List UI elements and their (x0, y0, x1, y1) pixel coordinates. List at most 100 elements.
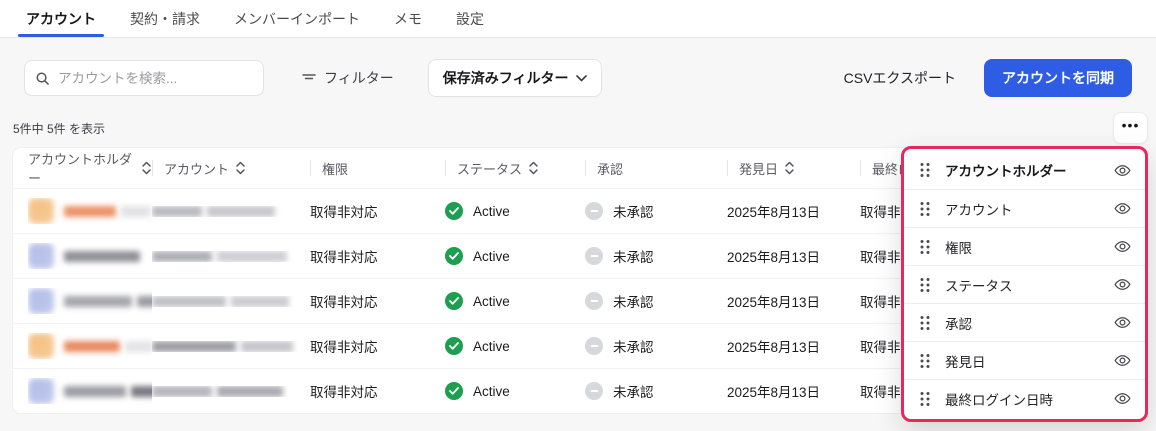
tab-contract-billing[interactable]: 契約・請求 (128, 0, 202, 37)
discovered-date-value: 2025年8月13日 (727, 205, 821, 220)
redacted-name (64, 250, 140, 262)
cell-approval: 未承認 (585, 201, 727, 221)
approval-value: 未承認 (613, 340, 654, 355)
approval-pending-icon (585, 292, 603, 310)
tab-label: アカウント (26, 10, 96, 27)
toolbar: フィルター 保存済みフィルター CSVエクスポート アカウントを同期 (0, 59, 1156, 97)
cell-account (152, 205, 310, 217)
column-header-label: 権限 (322, 161, 349, 177)
cell-discovered-date: 2025年8月13日 (727, 201, 860, 221)
status-value: Active (473, 338, 510, 354)
redacted-account (241, 340, 293, 352)
discovered-date-value: 2025年8月13日 (727, 295, 821, 310)
tab-label: 設定 (456, 10, 484, 27)
cell-account-holder (28, 288, 152, 314)
result-count-text: 5件中 5件 を表示 (13, 121, 106, 136)
column-header-approval: 承認 (585, 159, 727, 177)
panel-item-discovered-date: 発見日 (904, 341, 1145, 379)
search-box[interactable] (24, 60, 264, 96)
panel-item-label: 最終ログイン日時 (945, 392, 1053, 408)
more-options-button[interactable]: ••• (1113, 112, 1148, 144)
cell-status: Active (445, 292, 585, 310)
discovered-date-value: 2025年8月13日 (727, 250, 821, 265)
drag-handle-icon[interactable] (920, 239, 930, 255)
cell-account (152, 340, 310, 352)
column-header-status[interactable]: ステータス (445, 159, 585, 177)
cell-account-holder (28, 198, 152, 224)
panel-item-account: アカウント (904, 189, 1145, 227)
column-header-label: 承認 (597, 161, 624, 177)
visibility-eye-icon[interactable] (1114, 278, 1131, 291)
redacted-account (207, 205, 275, 217)
drag-handle-icon[interactable] (920, 277, 930, 293)
panel-item-label: ステータス (945, 278, 1013, 294)
visibility-eye-icon[interactable] (1114, 316, 1131, 329)
tab-label: 契約・請求 (130, 10, 200, 27)
panel-item-label: アカウント (945, 202, 1013, 218)
visibility-eye-icon[interactable] (1114, 392, 1131, 405)
cell-discovered-date: 2025年8月13日 (727, 336, 860, 356)
tab-label: メモ (394, 10, 422, 27)
redacted-account (152, 205, 202, 217)
visibility-eye-icon[interactable] (1114, 354, 1131, 367)
permission-value: 取得非対応 (310, 295, 378, 310)
redacted-name (121, 205, 151, 217)
drag-handle-icon[interactable] (920, 353, 930, 369)
column-header-account-holder[interactable]: アカウントホルダー (28, 152, 152, 186)
approval-pending-icon (585, 337, 603, 355)
drag-handle-icon[interactable] (920, 391, 930, 407)
status-active-icon (445, 337, 463, 355)
tab-settings[interactable]: 設定 (454, 0, 486, 37)
redacted-account (152, 250, 212, 262)
tab-memo[interactable]: メモ (392, 0, 424, 37)
chevron-down-icon (576, 74, 588, 82)
cell-status: Active (445, 202, 585, 220)
panel-item-label: 承認 (945, 316, 972, 332)
filter-button[interactable]: フィルター (302, 68, 394, 88)
cell-discovered-date: 2025年8月13日 (727, 246, 860, 266)
avatar (28, 243, 54, 269)
cell-account-holder (28, 378, 152, 404)
redacted-account (217, 385, 283, 397)
panel-item-approval: 承認 (904, 303, 1145, 341)
permission-value: 取得非対応 (310, 340, 378, 355)
panel-item-permission: 権限 (904, 227, 1145, 265)
sort-icon (784, 161, 795, 175)
permission-value: 取得非対応 (310, 250, 378, 265)
cell-account-holder (28, 243, 152, 269)
visibility-eye-icon[interactable] (1114, 240, 1131, 253)
status-value: Active (473, 248, 510, 264)
cell-permission: 取得非対応 (310, 336, 445, 356)
cell-account-holder (28, 333, 152, 359)
csv-export-button[interactable]: CSVエクスポート (844, 68, 956, 88)
cell-permission: 取得非対応 (310, 201, 445, 221)
discovered-date-value: 2025年8月13日 (727, 385, 821, 400)
tab-account[interactable]: アカウント (18, 0, 104, 37)
redacted-name (137, 295, 152, 307)
search-input[interactable] (58, 70, 253, 86)
approval-value: 未承認 (613, 385, 654, 400)
column-header-discovered-date[interactable]: 発見日 (727, 159, 860, 177)
status-active-icon (445, 382, 463, 400)
redacted-name (64, 340, 120, 352)
tab-member-import[interactable]: メンバーインポート (232, 0, 362, 37)
cell-permission: 取得非対応 (310, 291, 445, 311)
sort-icon (528, 161, 539, 175)
sync-accounts-button[interactable]: アカウントを同期 (984, 59, 1132, 97)
saved-filter-button[interactable]: 保存済みフィルター (427, 59, 603, 97)
visibility-eye-icon[interactable] (1114, 202, 1131, 215)
status-value: Active (473, 203, 510, 219)
cell-account (152, 385, 310, 397)
visibility-eye-icon[interactable] (1114, 164, 1131, 177)
cell-status: Active (445, 247, 585, 265)
column-header-label: アカウントホルダー (28, 152, 133, 186)
saved-filter-label: 保存済みフィルター (442, 70, 569, 86)
drag-handle-icon[interactable] (920, 162, 930, 178)
column-header-account[interactable]: アカウント (152, 159, 310, 177)
tab-label: メンバーインポート (234, 10, 360, 27)
count-row: 5件中 5件 を表示 ••• (0, 111, 1156, 145)
drag-handle-icon[interactable] (920, 315, 930, 331)
tab-bar: アカウント 契約・請求 メンバーインポート メモ 設定 (0, 0, 1156, 38)
column-visibility-panel: アカウントホルダー アカウント 権限 ステータス 承認 発見日 最終ログイン日時 (901, 146, 1148, 422)
drag-handle-icon[interactable] (920, 201, 930, 217)
